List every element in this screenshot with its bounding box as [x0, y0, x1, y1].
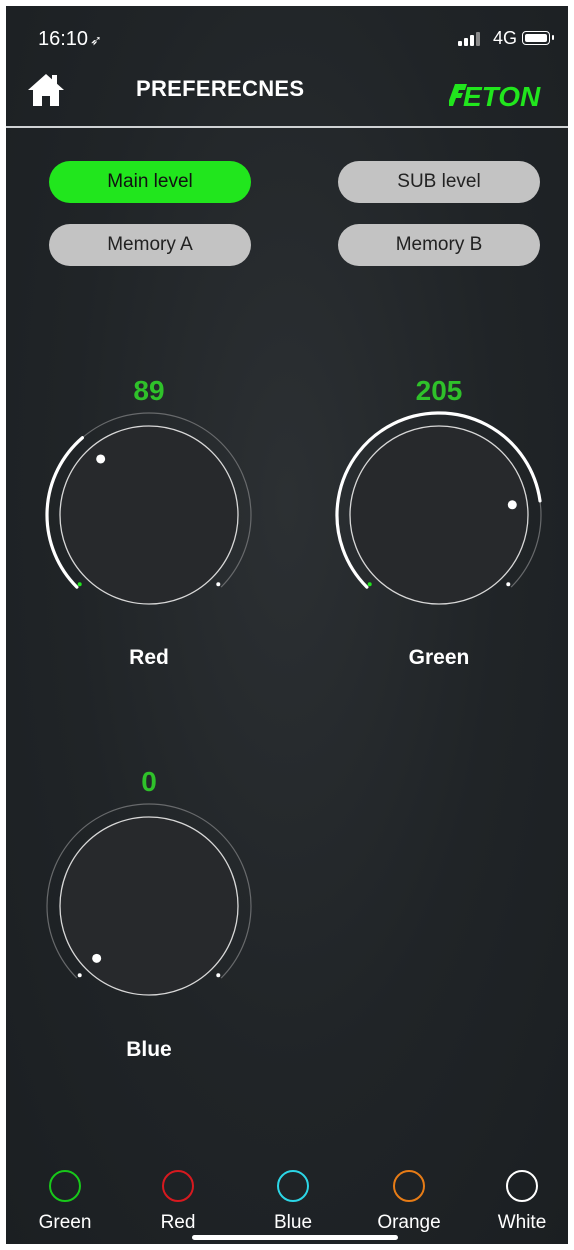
- knob-min-marker: [77, 973, 82, 978]
- knob-indicator-dot: [507, 500, 517, 510]
- svg-text:ETON: ETON: [463, 81, 541, 110]
- battery-icon: [522, 31, 554, 45]
- green-value: 205: [415, 375, 463, 406]
- eton-logo: ETON: [449, 81, 541, 110]
- orange-ring-icon: [393, 1170, 425, 1202]
- knob-indicator-dot: [92, 953, 102, 963]
- color-selector: Green Red Blue Orange White: [6, 1170, 568, 1244]
- green-ring-icon: [49, 1170, 81, 1202]
- knob-max-marker: [216, 973, 221, 978]
- red-ring-icon: [162, 1170, 194, 1202]
- color-label: White: [497, 1212, 547, 1233]
- network-type: 4G: [493, 28, 518, 48]
- knob-max-marker: [216, 582, 221, 587]
- color-label: Green: [38, 1212, 92, 1233]
- blue-knob[interactable]: [43, 800, 255, 1012]
- status-bar: 16:10 ➶ 4G: [6, 6, 568, 62]
- home-indicator[interactable]: [192, 1235, 398, 1240]
- memory-a-button[interactable]: Memory A: [49, 224, 251, 266]
- knob-min-marker: [367, 582, 372, 587]
- green-knob[interactable]: [333, 409, 545, 621]
- color-option-white[interactable]: White: [477, 1170, 567, 1234]
- knob-max-marker: [506, 582, 511, 587]
- blue-value: 0: [141, 766, 157, 797]
- time-text: 16:10: [38, 28, 89, 50]
- sub-level-button[interactable]: SUB level: [338, 161, 540, 203]
- header-bar: PREFERECNES ETON: [6, 62, 568, 128]
- knob-min-marker: [77, 582, 82, 587]
- home-icon[interactable]: [26, 72, 66, 108]
- red-value: 89: [133, 375, 165, 406]
- main-level-button[interactable]: Main level: [49, 161, 251, 203]
- color-label: Orange: [377, 1212, 441, 1233]
- knob-face: [349, 425, 529, 605]
- knob-face: [59, 816, 239, 996]
- red-knob[interactable]: [43, 409, 255, 621]
- color-label: Blue: [273, 1212, 313, 1233]
- status-time: 16:10 ➶: [38, 28, 102, 51]
- green-knob-label: Green: [408, 646, 470, 669]
- app-screen: 16:10 ➶ 4G PREFERECNES ETON Main level SU…: [6, 6, 568, 1244]
- blue-knob-label: Blue: [126, 1038, 172, 1061]
- blue-ring-icon: [277, 1170, 309, 1202]
- color-option-blue[interactable]: Blue: [248, 1170, 338, 1234]
- color-option-orange[interactable]: Orange: [364, 1170, 454, 1234]
- knob-indicator-dot: [96, 454, 106, 464]
- color-option-green[interactable]: Green: [20, 1170, 110, 1234]
- color-option-red[interactable]: Red: [133, 1170, 223, 1234]
- signal-icon: [458, 32, 480, 46]
- knob-face: [59, 425, 239, 605]
- page-title: PREFERECNES: [136, 76, 305, 101]
- red-knob-label: Red: [129, 646, 169, 669]
- location-arrow-icon: ➶: [90, 32, 102, 48]
- color-label: Red: [160, 1212, 196, 1233]
- memory-b-button[interactable]: Memory B: [338, 224, 540, 266]
- white-ring-icon: [506, 1170, 538, 1202]
